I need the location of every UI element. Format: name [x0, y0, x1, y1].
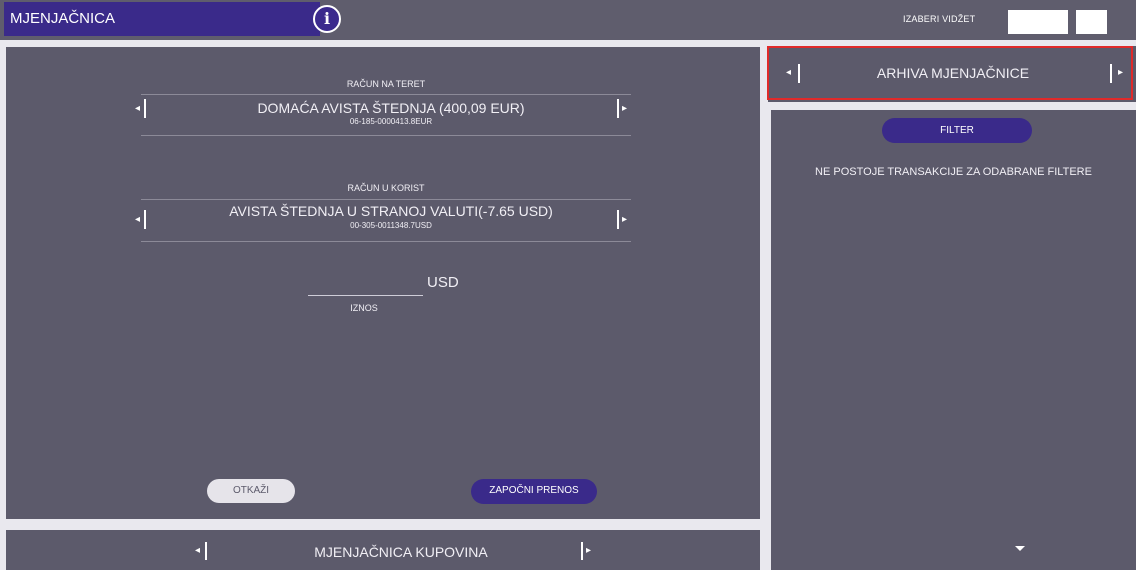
divider — [141, 241, 631, 242]
bottom-tab-label[interactable]: MJENJAČNICA KUPOVINA — [236, 544, 566, 560]
divider — [205, 542, 207, 560]
credit-account-number: 00-305-0011348.7USD — [350, 221, 432, 230]
bottom-tab-bar: ◂ MJENJAČNICA KUPOVINA ▸ — [6, 530, 760, 570]
divider — [617, 99, 619, 118]
widget-selector-label: IZABERI VIDŽET — [903, 14, 976, 24]
archive-title[interactable]: ARHIVA MJENJAČNICE — [828, 65, 1078, 81]
divider — [144, 99, 146, 118]
widget-select-box-secondary[interactable] — [1076, 10, 1107, 34]
chevron-right-icon: ▸ — [622, 103, 628, 114]
empty-message: NE POSTOJE TRANSAKCIJE ZA ODABRANE FILTE… — [815, 166, 1092, 178]
caret-down-icon[interactable] — [1015, 546, 1025, 551]
divider — [141, 94, 631, 95]
filter-button[interactable]: FILTER — [882, 118, 1032, 143]
exchange-form-panel: RAČUN NA TERET ◂ DOMAĆA AVISTA ŠTEDNJA (… — [6, 47, 760, 519]
divider — [798, 64, 800, 83]
chevron-right-icon: ▸ — [586, 545, 592, 556]
app-frame: MJENJAČNICA i IZABERI VIDŽET RAČUN NA TE… — [0, 0, 1136, 570]
credit-account-label: RAČUN U KORIST — [347, 183, 425, 193]
app-title: MJENJAČNICA — [4, 2, 320, 36]
chevron-right-icon: ▸ — [622, 214, 628, 225]
info-icon[interactable]: i — [313, 5, 341, 33]
debit-account-number: 06-185-0000413.8EUR — [349, 117, 433, 126]
amount-label: IZNOS — [350, 303, 378, 313]
chevron-left-icon: ◂ — [786, 67, 792, 78]
debit-account-name[interactable]: DOMAĆA AVISTA ŠTEDNJA (400,09 EUR) — [181, 100, 601, 116]
divider — [581, 542, 583, 560]
chevron-left-icon: ◂ — [135, 214, 141, 225]
chevron-right-icon: ▸ — [1118, 67, 1124, 78]
widget-select-box[interactable] — [1008, 10, 1068, 34]
divider — [617, 210, 619, 229]
amount-currency: USD — [427, 274, 459, 291]
top-bar: MJENJAČNICA i IZABERI VIDŽET — [0, 0, 1136, 40]
divider — [1110, 64, 1112, 83]
divider — [144, 210, 146, 229]
chevron-left-icon: ◂ — [135, 103, 141, 114]
divider — [141, 199, 631, 200]
archive-panel: NE POSTOJE TRANSAKCIJE ZA ODABRANE FILTE… — [771, 110, 1136, 570]
cancel-button[interactable]: OTKAŽI — [207, 479, 295, 503]
start-transfer-button[interactable]: ZAPOČNI PRENOS — [471, 479, 597, 504]
amount-input[interactable] — [308, 279, 423, 296]
chevron-left-icon: ◂ — [195, 545, 201, 556]
credit-account-name[interactable]: AVISTA ŠTEDNJA U STRANOJ VALUTI(-7.65 US… — [181, 203, 601, 219]
debit-account-label: RAČUN NA TERET — [346, 79, 426, 89]
archive-header: ◂ ARHIVA MJENJAČNICE ▸ — [768, 46, 1136, 102]
divider — [141, 135, 631, 136]
